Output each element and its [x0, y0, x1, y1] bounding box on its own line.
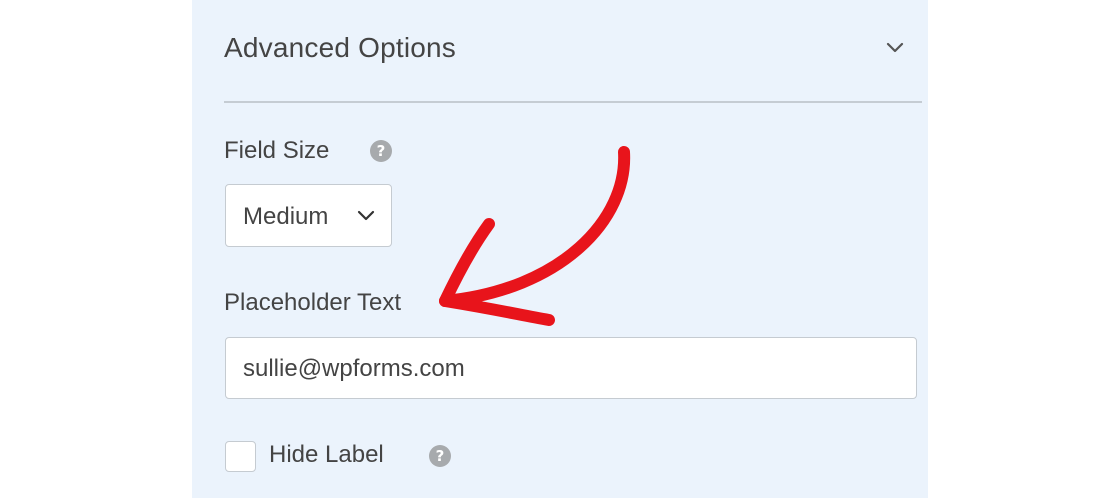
help-icon[interactable]: ? [429, 445, 451, 467]
field-size-select[interactable]: Medium [225, 184, 392, 247]
hide-label-checkbox[interactable] [225, 441, 256, 472]
placeholder-text-value: sullie@wpforms.com [243, 355, 465, 382]
hide-label-label[interactable]: Hide Label [269, 441, 384, 469]
placeholder-text-label: Placeholder Text [224, 289, 401, 316]
field-size-label: Field Size [224, 137, 330, 164]
advanced-options-title: Advanced Options [224, 32, 457, 63]
section-divider [224, 101, 922, 103]
advanced-options-header[interactable]: Advanced Options [224, 28, 924, 74]
chevron-down-icon[interactable] [880, 28, 910, 68]
field-options-panel: Advanced Options Field Size ? Medium Pla… [192, 0, 928, 498]
field-size-selected-value: Medium [243, 203, 329, 230]
help-icon[interactable]: ? [370, 140, 392, 162]
chevron-down-icon [357, 210, 375, 221]
placeholder-text-input[interactable]: sullie@wpforms.com [225, 337, 917, 399]
